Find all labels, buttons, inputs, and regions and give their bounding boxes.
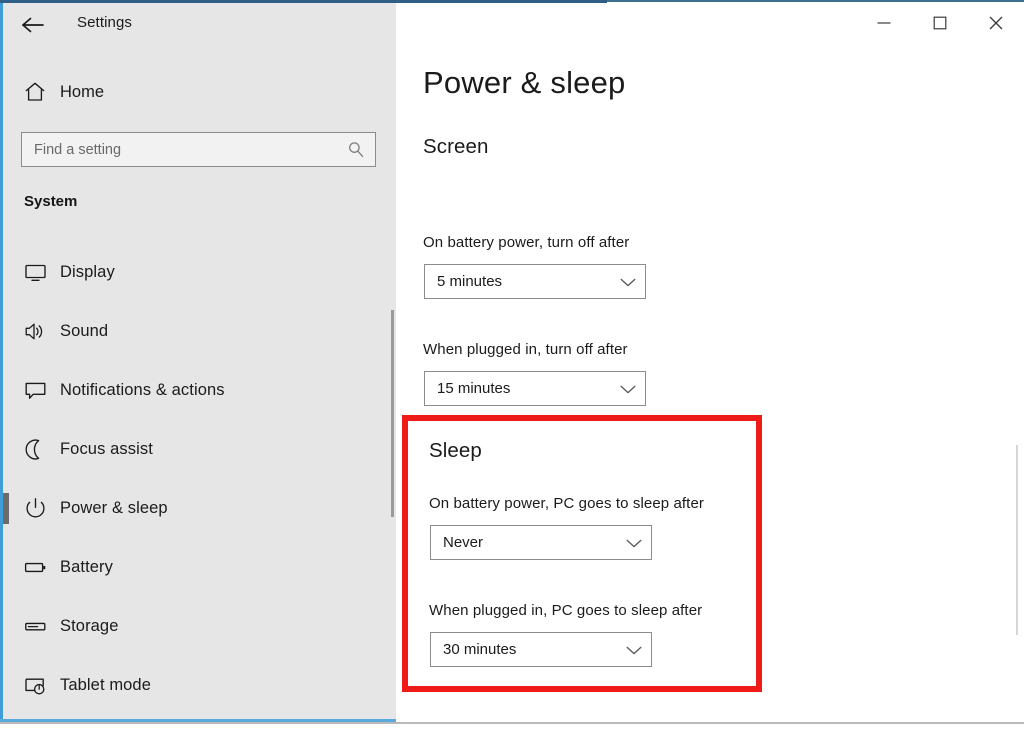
sidebar-item-notifications-actions[interactable]: Notifications & actions xyxy=(3,361,396,420)
screen-plugged-label: When plugged in, turn off after xyxy=(423,341,628,358)
sidebar-item-display-label: Display xyxy=(60,263,115,281)
back-button[interactable] xyxy=(11,5,55,45)
sleep-section-heading: Sleep xyxy=(429,439,482,462)
speaker-icon xyxy=(3,319,60,344)
window-controls xyxy=(856,3,1024,47)
sidebar-item-tablet-mode-label: Tablet mode xyxy=(60,676,151,694)
sidebar-item-notifications-actions-label: Notifications & actions xyxy=(60,381,225,399)
sleep-battery-dropdown-value: Never xyxy=(443,534,484,551)
sidebar-item-tablet-mode[interactable]: Tablet mode xyxy=(3,656,396,715)
maximize-icon xyxy=(933,16,947,30)
power-icon xyxy=(3,496,60,521)
search-input[interactable]: Find a setting xyxy=(22,142,337,158)
chevron-down-icon xyxy=(617,644,651,656)
sidebar-nav-list: Display Sound Notifications & actions Fo… xyxy=(3,243,396,715)
sidebar-item-focus-assist-label: Focus assist xyxy=(60,440,153,458)
screen-battery-dropdown[interactable]: 5 minutes xyxy=(424,264,646,299)
sidebar-item-power-sleep[interactable]: Power & sleep xyxy=(3,479,396,538)
home-icon xyxy=(3,80,60,104)
chevron-down-icon xyxy=(617,537,651,549)
title-bar: Settings xyxy=(3,3,1024,47)
window-top-accent-line-right xyxy=(607,0,1024,2)
minimize-icon xyxy=(876,17,892,29)
screen-battery-label: On battery power, turn off after xyxy=(423,234,630,251)
close-button[interactable] xyxy=(968,3,1024,43)
moon-icon xyxy=(3,437,60,462)
search-box[interactable]: Find a setting xyxy=(21,132,376,167)
sleep-plugged-dropdown-value: 30 minutes xyxy=(443,641,517,658)
screen-battery-dropdown-value: 5 minutes xyxy=(437,273,503,290)
battery-icon xyxy=(3,555,60,580)
sleep-plugged-dropdown[interactable]: 30 minutes xyxy=(430,632,652,667)
sidebar-item-home-label: Home xyxy=(60,82,105,101)
sidebar-item-battery[interactable]: Battery xyxy=(3,538,396,597)
chevron-down-icon xyxy=(611,383,645,395)
title-bar-left-pane xyxy=(3,3,396,47)
sidebar-scrollbar[interactable] xyxy=(391,310,394,517)
window-bottom-edge-line xyxy=(0,722,1024,724)
sleep-section-highlight: Sleep On battery power, PC goes to sleep… xyxy=(402,415,762,692)
close-icon xyxy=(988,15,1004,31)
sidebar-item-battery-label: Battery xyxy=(60,558,113,576)
screen-section-heading: Screen xyxy=(423,135,489,158)
tablet-mode-icon xyxy=(3,673,60,698)
sidebar-item-storage-label: Storage xyxy=(60,617,119,635)
main-content: Power & sleep Screen On battery power, t… xyxy=(396,47,1024,719)
chat-bubble-icon xyxy=(3,378,60,403)
sidebar-item-display[interactable]: Display xyxy=(3,243,396,302)
minimize-button[interactable] xyxy=(856,3,912,43)
app-title: Settings xyxy=(77,14,132,31)
page-title: Power & sleep xyxy=(423,65,626,100)
storage-icon xyxy=(3,614,60,639)
screen-plugged-dropdown[interactable]: 15 minutes xyxy=(424,371,646,406)
sidebar-item-sound[interactable]: Sound xyxy=(3,302,396,361)
back-arrow-icon xyxy=(20,15,46,35)
sidebar: Home Find a setting System Display Sound… xyxy=(3,47,396,719)
sleep-plugged-label: When plugged in, PC goes to sleep after xyxy=(429,602,703,619)
sidebar-item-sound-label: Sound xyxy=(60,322,109,340)
monitor-icon xyxy=(3,260,60,285)
sidebar-item-power-sleep-label: Power & sleep xyxy=(60,499,168,517)
sleep-battery-label: On battery power, PC goes to sleep after xyxy=(429,495,704,512)
selection-indicator xyxy=(3,493,9,524)
chevron-down-icon xyxy=(611,276,645,288)
screen-plugged-dropdown-value: 15 minutes xyxy=(437,380,511,397)
sidebar-item-focus-assist[interactable]: Focus assist xyxy=(3,420,396,479)
content-scrollbar[interactable] xyxy=(1016,445,1018,635)
sidebar-item-storage[interactable]: Storage xyxy=(3,597,396,656)
settings-window: Settings Home Find a setting System Disp… xyxy=(0,0,1024,729)
maximize-button[interactable] xyxy=(912,3,968,43)
search-icon[interactable] xyxy=(337,140,375,160)
sleep-battery-dropdown[interactable]: Never xyxy=(430,525,652,560)
sidebar-group-title: System xyxy=(24,193,78,210)
sidebar-item-home[interactable]: Home xyxy=(3,70,396,114)
